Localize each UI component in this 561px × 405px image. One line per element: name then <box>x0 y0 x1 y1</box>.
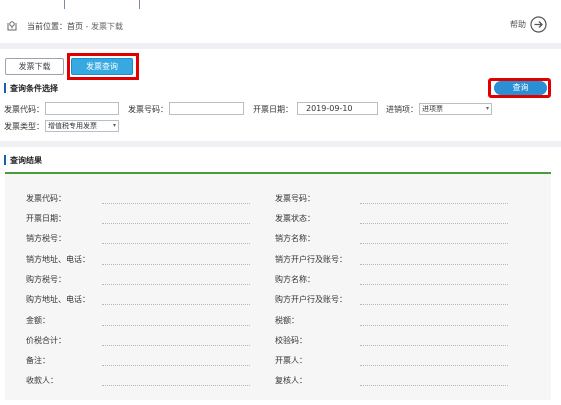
breadcrumb: 当前位置：首页 - 发票下载 <box>27 21 123 32</box>
result-value <box>360 304 508 305</box>
direction-select[interactable]: 进项票 ▾ <box>419 103 492 115</box>
chevron-down-icon: ▾ <box>485 105 489 112</box>
invoice-number-label: 发票号码： <box>128 105 168 114</box>
breadcrumb-current: 发票下载 <box>90 22 123 31</box>
invoice-date-input[interactable]: 2019-09-10 <box>297 102 378 115</box>
result-label: 销方地址、电话： <box>26 255 90 264</box>
result-value <box>102 264 250 265</box>
result-label: 发票号码： <box>275 194 315 203</box>
result-value <box>102 223 250 224</box>
result-label: 价税合计： <box>26 336 66 345</box>
result-label: 发票代码： <box>26 194 66 203</box>
result-value <box>360 325 508 326</box>
invoice-type-select-value: 增值税专用发票 <box>48 122 97 130</box>
result-value <box>360 365 508 366</box>
result-label: 开票人： <box>275 356 307 365</box>
breadcrumb-home-link[interactable]: 首页 <box>67 22 83 31</box>
result-value <box>360 264 508 265</box>
result-label: 购方地址、电话： <box>26 295 90 304</box>
result-value <box>102 284 250 285</box>
breadcrumb-bar: 当前位置：首页 - 发票下载 帮助 <box>0 12 561 42</box>
result-label: 购方名称： <box>275 275 315 284</box>
top-divider <box>64 0 65 9</box>
invoice-number-input[interactable] <box>169 102 244 115</box>
invoice-type-select[interactable]: 增值税专用发票 ▾ <box>45 120 119 132</box>
result-label: 购方开户行及账号： <box>275 295 347 304</box>
tab-invoice-download[interactable]: 发票下载 <box>5 58 64 75</box>
result-value <box>102 365 250 366</box>
result-label: 收款人： <box>26 376 58 385</box>
chevron-down-icon: ▾ <box>112 122 116 129</box>
tab-invoice-query[interactable]: 发票查询 <box>71 58 133 75</box>
result-value <box>360 203 508 204</box>
result-label: 销方开户行及账号： <box>275 255 347 264</box>
top-divider <box>139 0 140 9</box>
result-label: 购方税号： <box>26 275 66 284</box>
result-label: 金额： <box>26 316 50 325</box>
invoice-date-label: 开票日期： <box>253 105 293 114</box>
result-label: 备注： <box>26 356 50 365</box>
result-value <box>102 345 250 346</box>
result-value <box>102 304 250 305</box>
result-value <box>360 345 508 346</box>
results-panel: 发票代码： 开票日期： 销方税号： 销方地址、电话： 购方税号： 购方地址、电话… <box>5 172 551 400</box>
result-value <box>360 223 508 224</box>
result-label: 销方名称： <box>275 234 315 243</box>
result-value <box>102 203 250 204</box>
divider-band <box>0 43 561 49</box>
direction-label: 进销项： <box>386 105 418 114</box>
conditions-section-title: 查询条件选择 <box>4 83 58 94</box>
top-border <box>0 0 561 10</box>
arrow-circle-right-icon <box>530 16 547 33</box>
result-value <box>360 385 508 386</box>
help-button[interactable]: 帮助 <box>510 16 547 33</box>
results-section-title: 查询结果 <box>4 155 42 166</box>
result-value <box>360 284 508 285</box>
result-label: 开票日期： <box>26 214 66 223</box>
invoice-code-input[interactable] <box>45 102 119 115</box>
result-label: 复核人： <box>275 376 307 385</box>
invoice-type-label: 发票类型： <box>4 122 44 131</box>
result-value <box>102 325 250 326</box>
result-label: 销方税号： <box>26 234 66 243</box>
help-label: 帮助 <box>510 20 526 29</box>
divider-band <box>0 141 561 147</box>
invoice-code-label: 发票代码： <box>4 105 44 114</box>
result-label: 税额： <box>275 316 299 325</box>
result-label: 校验码： <box>275 336 307 345</box>
result-value <box>102 243 250 244</box>
location-marker-icon <box>7 21 17 31</box>
result-value <box>102 385 250 386</box>
breadcrumb-separator: - <box>83 22 91 31</box>
result-label: 发票状态： <box>275 214 315 223</box>
query-button[interactable]: 查询 <box>494 81 547 95</box>
breadcrumb-prefix: 当前位置： <box>27 22 67 31</box>
direction-select-value: 进项票 <box>422 105 443 113</box>
result-value <box>360 243 508 244</box>
